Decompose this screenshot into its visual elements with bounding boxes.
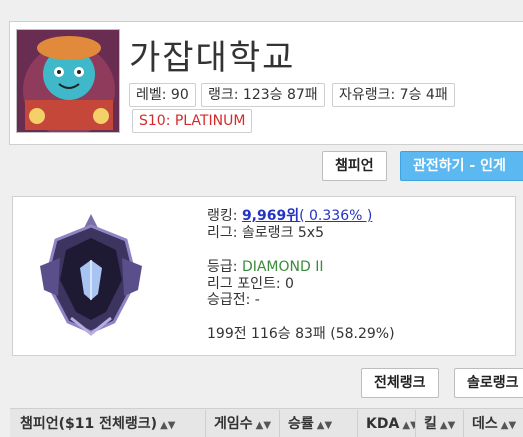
column-champion[interactable]: 챔피언($11 전체랭크) ▲▼ bbox=[12, 410, 206, 437]
flex-record-badge: 자유랭크: 7승 4패 bbox=[332, 83, 455, 107]
sort-arrows-icon: ▲▼ bbox=[402, 420, 415, 431]
sort-arrows-icon: ▲▼ bbox=[500, 420, 517, 431]
summoner-name: 가잡대학교 bbox=[129, 38, 296, 78]
promo-line: 승급전: - bbox=[207, 292, 260, 308]
champion-button[interactable]: 챔피언 bbox=[322, 151, 387, 181]
sort-arrows-icon: ▲▼ bbox=[439, 420, 456, 431]
column-kills[interactable]: 킬 ▲▼ bbox=[416, 410, 464, 437]
tier-label: 등급: bbox=[207, 259, 242, 275]
column-kda[interactable]: KDA▲▼ bbox=[358, 410, 416, 437]
sort-arrows-icon: ▲▼ bbox=[316, 420, 333, 431]
champion-portrait-icon bbox=[16, 29, 120, 133]
season-tier-badge: S10: PLATINUM bbox=[132, 109, 253, 133]
spectate-button[interactable]: 관전하기 - 인게 bbox=[400, 151, 523, 181]
sort-arrows-icon: ▲▼ bbox=[255, 420, 272, 431]
column-label: 킬 bbox=[424, 416, 437, 432]
ranking-line: 랭킹: 9,969위( 0.336% ) bbox=[207, 208, 372, 225]
league-line: 리그: 솔로랭크 5x5 bbox=[207, 225, 324, 241]
diamond-emblem-icon bbox=[36, 210, 146, 336]
column-label: 챔피언($11 전체랭크) bbox=[20, 416, 158, 432]
ranking-link[interactable]: 9,969위 bbox=[242, 208, 299, 224]
all-rank-filter-button[interactable]: 전체랭크 bbox=[361, 368, 439, 398]
record-line: 199전 116승 83패 (58.29%) bbox=[207, 326, 395, 342]
ranking-label: 랭킹: bbox=[207, 208, 242, 224]
ranking-percent[interactable]: ( 0.336% ) bbox=[299, 208, 372, 224]
tier-line: 등급: DIAMOND II bbox=[207, 259, 323, 276]
column-label: 데스 bbox=[472, 416, 498, 432]
column-winrate[interactable]: 승률 ▲▼ bbox=[280, 410, 358, 437]
level-badge: 레벨: 90 bbox=[129, 83, 196, 107]
tier-value: DIAMOND II bbox=[241, 259, 324, 275]
column-label: 게임수 bbox=[214, 416, 253, 432]
solo-rank-filter-button[interactable]: 솔로랭크 bbox=[454, 368, 523, 398]
sort-arrows-icon: ▲▼ bbox=[160, 420, 176, 431]
league-points-line: 리그 포인트: 0 bbox=[207, 276, 294, 292]
column-deaths[interactable]: 데스 ▲▼ bbox=[464, 410, 523, 437]
column-games[interactable]: 게임수 ▲▼ bbox=[206, 410, 280, 437]
column-label: 승률 bbox=[288, 416, 314, 432]
avatar-art bbox=[17, 30, 119, 132]
column-label: KDA bbox=[366, 416, 400, 432]
rank-record-badge: 랭크: 123승 87패 bbox=[201, 83, 325, 107]
